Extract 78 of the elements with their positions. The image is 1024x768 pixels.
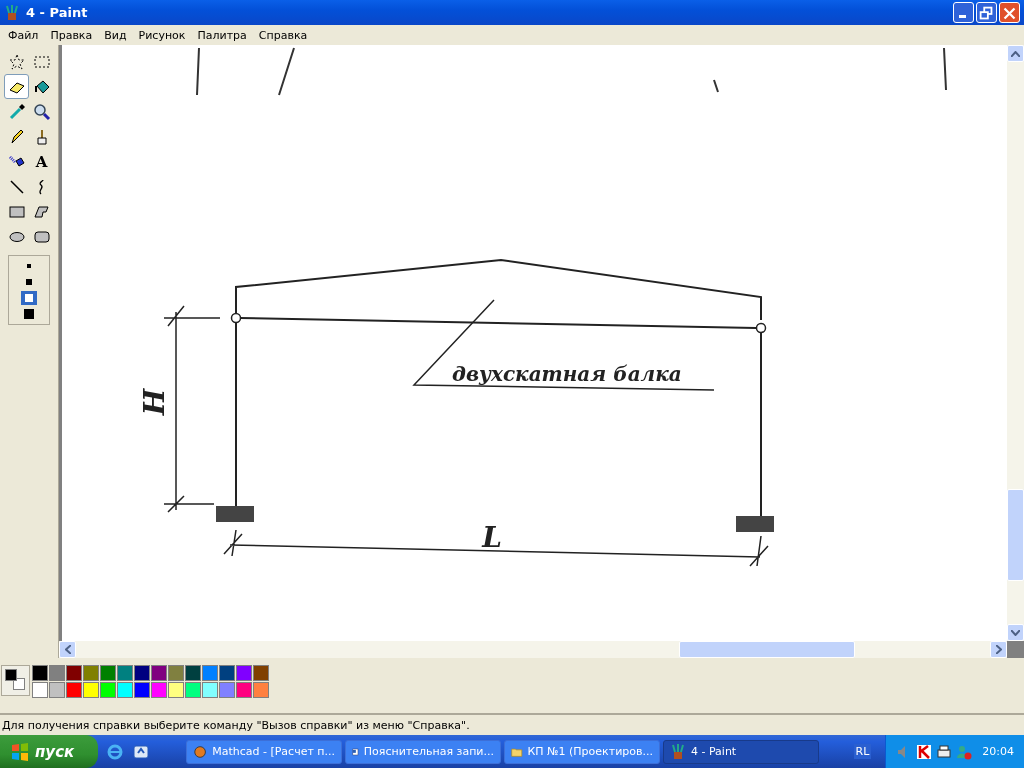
close-button[interactable] xyxy=(999,2,1020,23)
scroll-thumb[interactable] xyxy=(1007,489,1024,581)
status-text: Для получения справки выберите команду "Вызов справки" из меню "Справка". xyxy=(1,717,471,734)
printer-icon[interactable] xyxy=(936,743,953,760)
eraser-tool[interactable] xyxy=(4,74,29,99)
color-swatch[interactable] xyxy=(202,665,218,681)
horizontal-scrollbar[interactable] xyxy=(59,641,1007,658)
height-label: H xyxy=(138,388,171,416)
eyedropper-icon xyxy=(7,102,26,121)
color-swatch[interactable] xyxy=(134,665,150,681)
beam-label: двухскатная балка xyxy=(452,362,682,386)
menu-item[interactable]: Палитра xyxy=(191,28,253,42)
color-swatch[interactable] xyxy=(236,665,252,681)
taskbar-button[interactable]: 4 - Paint xyxy=(663,739,819,764)
taskbar-button[interactable]: Mathcad - [Расчет п... xyxy=(186,739,342,764)
color-swatch[interactable] xyxy=(66,665,82,681)
color-swatch[interactable] xyxy=(49,682,65,698)
hinge-circle xyxy=(755,322,767,334)
restore-button[interactable] xyxy=(976,2,997,23)
color-swatch[interactable] xyxy=(185,665,201,681)
menu-item[interactable]: Рисунок xyxy=(132,28,192,42)
color-swatch[interactable] xyxy=(100,682,116,698)
color-swatch[interactable] xyxy=(202,682,218,698)
color-swatch[interactable] xyxy=(83,665,99,681)
color-swatch[interactable] xyxy=(151,682,167,698)
clock: 20:04 xyxy=(982,745,1014,758)
color-swatch[interactable] xyxy=(83,682,99,698)
star-dashed-icon xyxy=(7,52,26,71)
color-swatch[interactable] xyxy=(117,682,133,698)
hinge-circle xyxy=(230,312,242,324)
desktop-icon[interactable] xyxy=(132,742,150,761)
color-swatch[interactable] xyxy=(32,682,48,698)
length-label: L xyxy=(482,521,502,554)
browser-e-icon[interactable] xyxy=(106,742,124,761)
language-indicator[interactable]: RL xyxy=(853,744,872,759)
windows-flag-icon xyxy=(10,741,30,762)
eraser-size-option[interactable] xyxy=(21,307,37,321)
magnifier-icon xyxy=(32,102,51,121)
vertical-scrollbar[interactable] xyxy=(1007,45,1024,641)
scroll-up-button[interactable] xyxy=(1007,45,1024,62)
color-swatch[interactable] xyxy=(253,665,269,681)
color-swatch[interactable] xyxy=(32,665,48,681)
support-block xyxy=(216,506,254,522)
menu-item[interactable]: Вид xyxy=(98,28,133,42)
curve-icon xyxy=(37,178,46,195)
scroll-thumb[interactable] xyxy=(679,641,855,658)
scroll-left-button[interactable] xyxy=(59,641,76,658)
color-swatch[interactable] xyxy=(134,682,150,698)
color-swatch[interactable] xyxy=(100,665,116,681)
color-swatch[interactable] xyxy=(66,682,82,698)
line-icon xyxy=(7,177,26,196)
menu-item[interactable]: Файл xyxy=(2,28,45,42)
current-colors-icon[interactable] xyxy=(1,665,30,696)
brushes-cup-icon xyxy=(4,4,20,21)
app-circle-icon xyxy=(193,743,208,760)
color-swatch[interactable] xyxy=(219,682,235,698)
menu-item[interactable]: Справка xyxy=(252,28,314,42)
menu-item[interactable]: Правка xyxy=(44,28,99,42)
start-button[interactable]: пуск xyxy=(0,735,98,768)
color-swatch[interactable] xyxy=(168,665,184,681)
color-swatch[interactable] xyxy=(49,665,65,681)
brushes-cup-icon xyxy=(670,743,686,760)
color-swatch[interactable] xyxy=(117,665,133,681)
text-tool[interactable]: A xyxy=(29,149,54,174)
scroll-right-button[interactable] xyxy=(990,641,1007,658)
window-title: 4 - Paint xyxy=(26,5,88,20)
color-swatch[interactable] xyxy=(236,682,252,698)
color-swatch[interactable] xyxy=(253,682,269,698)
support-block xyxy=(736,516,774,532)
scroll-down-button[interactable] xyxy=(1007,624,1024,641)
color-swatch[interactable] xyxy=(185,682,201,698)
color-swatch[interactable] xyxy=(168,682,184,698)
taskbar-button[interactable]: Пояснительная запи... xyxy=(345,739,501,764)
color-swatch[interactable] xyxy=(219,665,235,681)
minimize-button[interactable] xyxy=(953,2,974,23)
color-swatch[interactable] xyxy=(151,665,167,681)
minimize-icon xyxy=(959,15,966,18)
taskbar-button[interactable]: КП №1 (Проектиров... xyxy=(504,739,660,764)
